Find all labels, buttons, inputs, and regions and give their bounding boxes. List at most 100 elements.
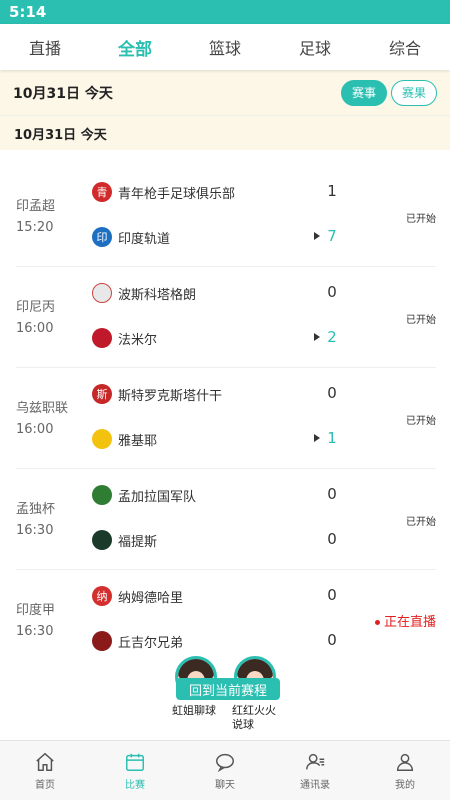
- nav-profile[interactable]: 我的: [360, 741, 450, 800]
- nav-label: 我的: [395, 780, 415, 791]
- home-team: 青 青年枪手足球俱乐部: [92, 180, 235, 204]
- date-selector[interactable]: 10月31日 今天: [13, 83, 341, 103]
- team-badge-icon: 斯: [92, 384, 112, 404]
- live-status: 正在直播: [374, 611, 436, 630]
- nav-chat[interactable]: 聊天: [180, 741, 270, 800]
- match-time: 15:20: [16, 220, 54, 235]
- section-header: 10月31日 今天: [0, 116, 450, 150]
- anchor-name: 红红火火说球: [232, 704, 276, 731]
- league-info: 印度甲 16:30: [16, 600, 55, 642]
- home-score: 0: [327, 283, 337, 301]
- profile-icon: [396, 753, 414, 771]
- nav-contacts[interactable]: 通讯录: [270, 741, 360, 800]
- bottom-nav: 首页 比赛 聊天 通讯录 我的: [0, 740, 450, 800]
- team-badge-icon: [92, 429, 112, 449]
- tab-basketball[interactable]: 篮球: [180, 35, 270, 59]
- team-name: 青年枪手足球俱乐部: [118, 186, 236, 202]
- play-icon: [314, 333, 320, 341]
- away-team: 印 印度轨道: [92, 225, 170, 249]
- tab-general[interactable]: 综合: [360, 35, 450, 59]
- date-bar: 10月31日 今天 赛事 赛果: [0, 70, 450, 116]
- team-name: 法米尔: [118, 332, 158, 348]
- status-time: 5:14: [9, 3, 47, 21]
- play-icon: [314, 232, 320, 240]
- match-row[interactable]: 印孟超 15:20 青 青年枪手足球俱乐部 印 印度轨道 1 7 已开始: [16, 166, 436, 267]
- match-time: 16:00: [16, 321, 54, 336]
- contacts-icon: [306, 753, 325, 770]
- away-team: 法米尔: [92, 326, 157, 350]
- match-status: 已开始: [406, 517, 436, 528]
- league-name: 印度甲: [16, 603, 56, 618]
- league-info: 印孟超 15:20: [16, 196, 55, 238]
- league-name: 孟独杯: [16, 502, 56, 517]
- match-time: 16:00: [16, 422, 54, 437]
- return-to-current-button[interactable]: 回到当前赛程: [176, 678, 280, 700]
- league-info: 印尼丙 16:00: [16, 297, 55, 339]
- view-toggle: 赛事 赛果: [341, 79, 437, 106]
- top-tabs: 直播 全部 篮球 足球 综合: [0, 24, 450, 70]
- match-row[interactable]: 印尼丙 16:00 波斯科塔格朗 法米尔 0 2 已开始: [16, 267, 436, 368]
- home-score: 0: [327, 384, 337, 402]
- team-name: 斯特罗克斯塔什干: [118, 388, 223, 404]
- match-time: 16:30: [16, 624, 54, 639]
- nav-label: 首页: [35, 780, 55, 791]
- match-status: 已开始: [406, 416, 436, 427]
- tab-all[interactable]: 全部: [90, 35, 180, 60]
- team-badge-icon: 青: [92, 182, 112, 202]
- away-score: 0: [327, 631, 337, 649]
- team-badge-icon: 纳: [92, 586, 112, 606]
- team-badge-icon: [92, 530, 112, 550]
- live-dot-icon: [374, 620, 380, 625]
- schedule-button[interactable]: 赛事: [341, 79, 387, 106]
- match-status: 已开始: [406, 315, 436, 326]
- match-row[interactable]: 乌兹职联 16:00 斯 斯特罗克斯塔什干 雅基耶 0 1 已开始: [16, 368, 436, 469]
- shield-badge-icon: [92, 283, 112, 303]
- match-status: 已开始: [406, 214, 436, 225]
- team-name: 纳姆德哈里: [118, 590, 184, 606]
- nav-label: 通讯录: [300, 780, 330, 791]
- nav-home[interactable]: 首页: [0, 741, 90, 800]
- league-info: 孟独杯 16:30: [16, 499, 55, 541]
- away-score: 2: [327, 328, 337, 346]
- away-team: 福提斯: [92, 528, 157, 552]
- team-badge-icon: [92, 631, 112, 651]
- calendar-icon: [126, 753, 144, 771]
- play-icon: [314, 434, 320, 442]
- away-score: 1: [327, 429, 337, 447]
- away-team: 丘吉尔兄弟: [92, 629, 183, 653]
- tab-football[interactable]: 足球: [270, 35, 360, 59]
- chat-icon: [216, 753, 234, 773]
- away-team: 雅基耶: [92, 427, 157, 451]
- home-team: 斯 斯特罗克斯塔什干: [92, 382, 222, 406]
- anchor-name: 虹姐聊球: [172, 704, 216, 717]
- league-name: 乌兹职联: [16, 401, 69, 416]
- home-team: 纳 纳姆德哈里: [92, 584, 183, 608]
- home-score: 0: [327, 485, 337, 503]
- results-button[interactable]: 赛果: [391, 79, 437, 106]
- match-time: 16:30: [16, 523, 54, 538]
- match-row[interactable]: 孟独杯 16:30 孟加拉国军队 福提斯 0 0 已开始: [16, 469, 436, 570]
- team-name: 印度轨道: [118, 231, 171, 247]
- tab-live[interactable]: 直播: [0, 35, 90, 59]
- bull-badge-icon: [92, 328, 112, 348]
- home-icon: [36, 752, 54, 771]
- nav-matches[interactable]: 比赛: [90, 741, 180, 800]
- status-bar: 5:14: [0, 0, 450, 24]
- nav-label: 比赛: [125, 780, 145, 791]
- league-name: 印尼丙: [16, 300, 56, 315]
- match-list: 印孟超 15:20 青 青年枪手足球俱乐部 印 印度轨道 1 7 已开始 印尼丙…: [0, 166, 450, 671]
- away-score: 0: [327, 530, 337, 548]
- team-name: 丘吉尔兄弟: [118, 635, 184, 651]
- away-score: 7: [327, 227, 337, 245]
- floating-anchors: 回到当前赛程 虹姐聊球 红红火火说球: [170, 656, 286, 736]
- home-score: 1: [327, 182, 337, 200]
- team-name: 福提斯: [118, 534, 158, 550]
- team-name: 雅基耶: [118, 433, 158, 449]
- home-team: 孟加拉国军队: [92, 483, 196, 507]
- live-status-text: 正在直播: [383, 615, 436, 630]
- nav-label: 聊天: [215, 780, 235, 791]
- team-badge-icon: [92, 485, 112, 505]
- home-team: 波斯科塔格朗: [92, 281, 196, 305]
- team-name: 孟加拉国军队: [118, 489, 197, 505]
- team-name: 波斯科塔格朗: [118, 287, 197, 303]
